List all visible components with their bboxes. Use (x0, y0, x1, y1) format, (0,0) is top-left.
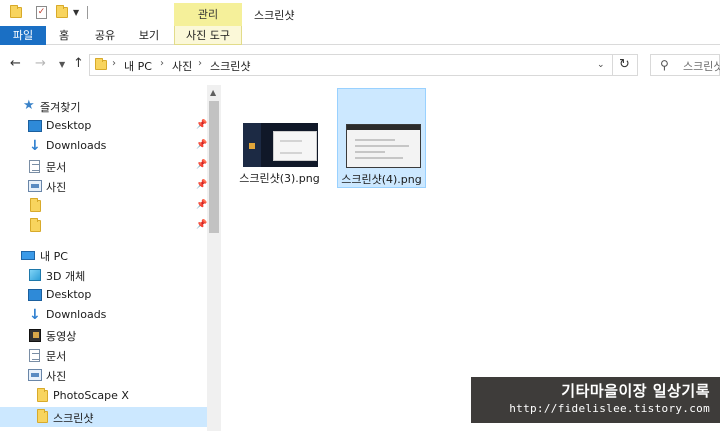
address-bar[interactable]: › 내 PC › 사진 › 스크린샷 (89, 54, 613, 76)
back-arrow-icon[interactable]: ← (10, 56, 21, 71)
context-tab-group-manage: 관리 (174, 3, 242, 26)
video-icon (29, 329, 41, 342)
sidebar-item-screenshots[interactable]: 스크린샷 (0, 407, 208, 427)
tab-view[interactable]: 보기 (134, 26, 164, 45)
search-icon: ⚲ (660, 58, 669, 72)
pin-icon[interactable]: 📌 (196, 120, 207, 130)
up-arrow-icon[interactable]: ↑ (73, 56, 84, 71)
sidebar-item-label: 3D 개체 (46, 270, 86, 283)
navigation-pane: ★ 즐겨찾기 Desktop 📌 ↓ Downloads 📌 문서 📌 사진 📌… (0, 85, 221, 431)
sidebar-item-photoscape-x[interactable]: PhotoScape X (0, 386, 208, 406)
star-icon: ★ (23, 98, 35, 113)
pictures-icon (28, 180, 42, 192)
properties-icon[interactable]: ✓ (36, 6, 47, 19)
blog-watermark: 기타마을이장 일상기록 http://fidelislee.tistory.co… (471, 377, 720, 423)
folder-icon (37, 388, 48, 402)
pin-icon[interactable]: 📌 (196, 220, 207, 230)
computer-icon (21, 251, 35, 260)
sidebar-item-folder[interactable]: 📌 (0, 216, 208, 236)
tab-share[interactable]: 공유 (90, 26, 120, 45)
breadcrumb-pictures[interactable]: 사진 (172, 58, 192, 74)
image-thumbnail (346, 124, 421, 168)
scroll-up-icon[interactable]: ▲ (210, 88, 216, 97)
sidebar-item-downloads[interactable]: ↓ Downloads 📌 (0, 136, 208, 156)
pictures-icon (28, 369, 42, 381)
sidebar-item-label: 문서 (46, 161, 67, 174)
pin-icon[interactable]: 📌 (196, 200, 207, 210)
tab-file[interactable]: 파일 (0, 26, 46, 45)
this-pc-label: 내 PC (40, 250, 68, 263)
desktop-icon (28, 289, 42, 301)
pin-icon[interactable]: 📌 (196, 180, 207, 190)
sidebar-item-label: Downloads (46, 139, 107, 152)
refresh-button[interactable]: ↻ (612, 54, 638, 76)
folder-icon (95, 58, 107, 70)
download-arrow-icon: ↓ (29, 138, 41, 154)
sidebar-item-videos[interactable]: 동영상 (0, 325, 208, 345)
sidebar-item-label: Downloads (46, 308, 107, 321)
forward-arrow-icon[interactable]: → (35, 56, 46, 71)
sidebar-item-downloads[interactable]: ↓ Downloads (0, 305, 208, 325)
search-input[interactable]: 스크린샷 (683, 58, 720, 74)
sidebar-item-label: Desktop (46, 119, 92, 132)
sidebar-item-desktop[interactable]: Desktop (0, 285, 208, 305)
window-title: 스크린샷 (254, 9, 295, 22)
desktop-icon (28, 120, 42, 132)
search-box[interactable]: ⚲ 스크린샷 (650, 54, 720, 76)
customize-toolbar-icon[interactable]: ▼ (73, 8, 79, 17)
new-folder-icon[interactable] (56, 5, 68, 18)
sidebar-item-pictures[interactable]: 사진 (0, 365, 208, 385)
image-thumbnail (243, 123, 318, 167)
3d-objects-icon (29, 269, 41, 281)
sidebar-item-3d-objects[interactable]: 3D 개체 (0, 265, 208, 285)
nav-pane-scrollbar[interactable]: ▲ (207, 85, 221, 431)
sidebar-item-documents[interactable]: 문서 📌 (0, 156, 208, 176)
tab-home[interactable]: 홈 (52, 26, 76, 45)
file-name: 스크린샷(3).png (239, 172, 320, 185)
sidebar-item-label: 문서 (46, 350, 67, 363)
quick-access-header[interactable]: ★ 즐겨찾기 (0, 96, 208, 116)
address-row: ← → ▼ ↑ › 내 PC › 사진 › 스크린샷 ⌄ ↻ ⚲ 스크린샷 (0, 45, 720, 85)
toolbar-divider (87, 6, 88, 19)
address-dropdown-icon[interactable]: ⌄ (597, 60, 605, 70)
download-arrow-icon: ↓ (29, 307, 41, 323)
breadcrumb-separator[interactable]: › (160, 58, 164, 69)
sidebar-item-label: 동영상 (46, 330, 77, 343)
file-item-selected[interactable]: 스크린샷(4).png (337, 88, 426, 188)
sidebar-item-label: 스크린샷 (53, 412, 94, 425)
document-icon (29, 349, 40, 362)
watermark-title: 기타마을이장 일상기록 (561, 382, 710, 400)
ribbon-tabs: 파일 홈 공유 보기 사진 도구 (0, 26, 720, 45)
tab-photo-tools[interactable]: 사진 도구 (174, 26, 242, 45)
sidebar-item-label: Desktop (46, 288, 92, 301)
sidebar-item-desktop[interactable]: Desktop 📌 (0, 116, 208, 136)
watermark-url: http://fidelislee.tistory.com (509, 402, 710, 415)
recent-locations-icon[interactable]: ▼ (59, 60, 65, 69)
title-bar: ✓ ▼ 관리 스크린샷 (0, 0, 720, 26)
sidebar-item-pictures[interactable]: 사진 📌 (0, 176, 208, 196)
folder-icon (37, 409, 48, 423)
this-pc-header[interactable]: 내 PC (0, 245, 208, 265)
folder-icon (30, 218, 41, 232)
file-name: 스크린샷(4).png (341, 173, 422, 186)
folder-icon (10, 5, 22, 18)
sidebar-item-label: 사진 (46, 370, 67, 383)
breadcrumb-separator: › (112, 58, 116, 69)
quick-access-label: 즐겨찾기 (40, 101, 81, 114)
sidebar-item-label: 사진 (46, 181, 67, 194)
folder-icon (30, 198, 41, 212)
pin-icon[interactable]: 📌 (196, 160, 207, 170)
pin-icon[interactable]: 📌 (196, 140, 207, 150)
breadcrumb-screenshots[interactable]: 스크린샷 (210, 58, 250, 74)
file-item[interactable]: 스크린샷(3).png (235, 88, 324, 188)
breadcrumb-this-pc[interactable]: 내 PC (124, 58, 152, 74)
breadcrumb-separator[interactable]: › (198, 58, 202, 69)
sidebar-item-documents[interactable]: 문서 (0, 345, 208, 365)
document-icon (29, 160, 40, 173)
sidebar-item-folder[interactable]: 📌 (0, 196, 208, 216)
scrollbar-thumb[interactable] (209, 101, 219, 233)
sidebar-item-label: PhotoScape X (53, 389, 129, 402)
